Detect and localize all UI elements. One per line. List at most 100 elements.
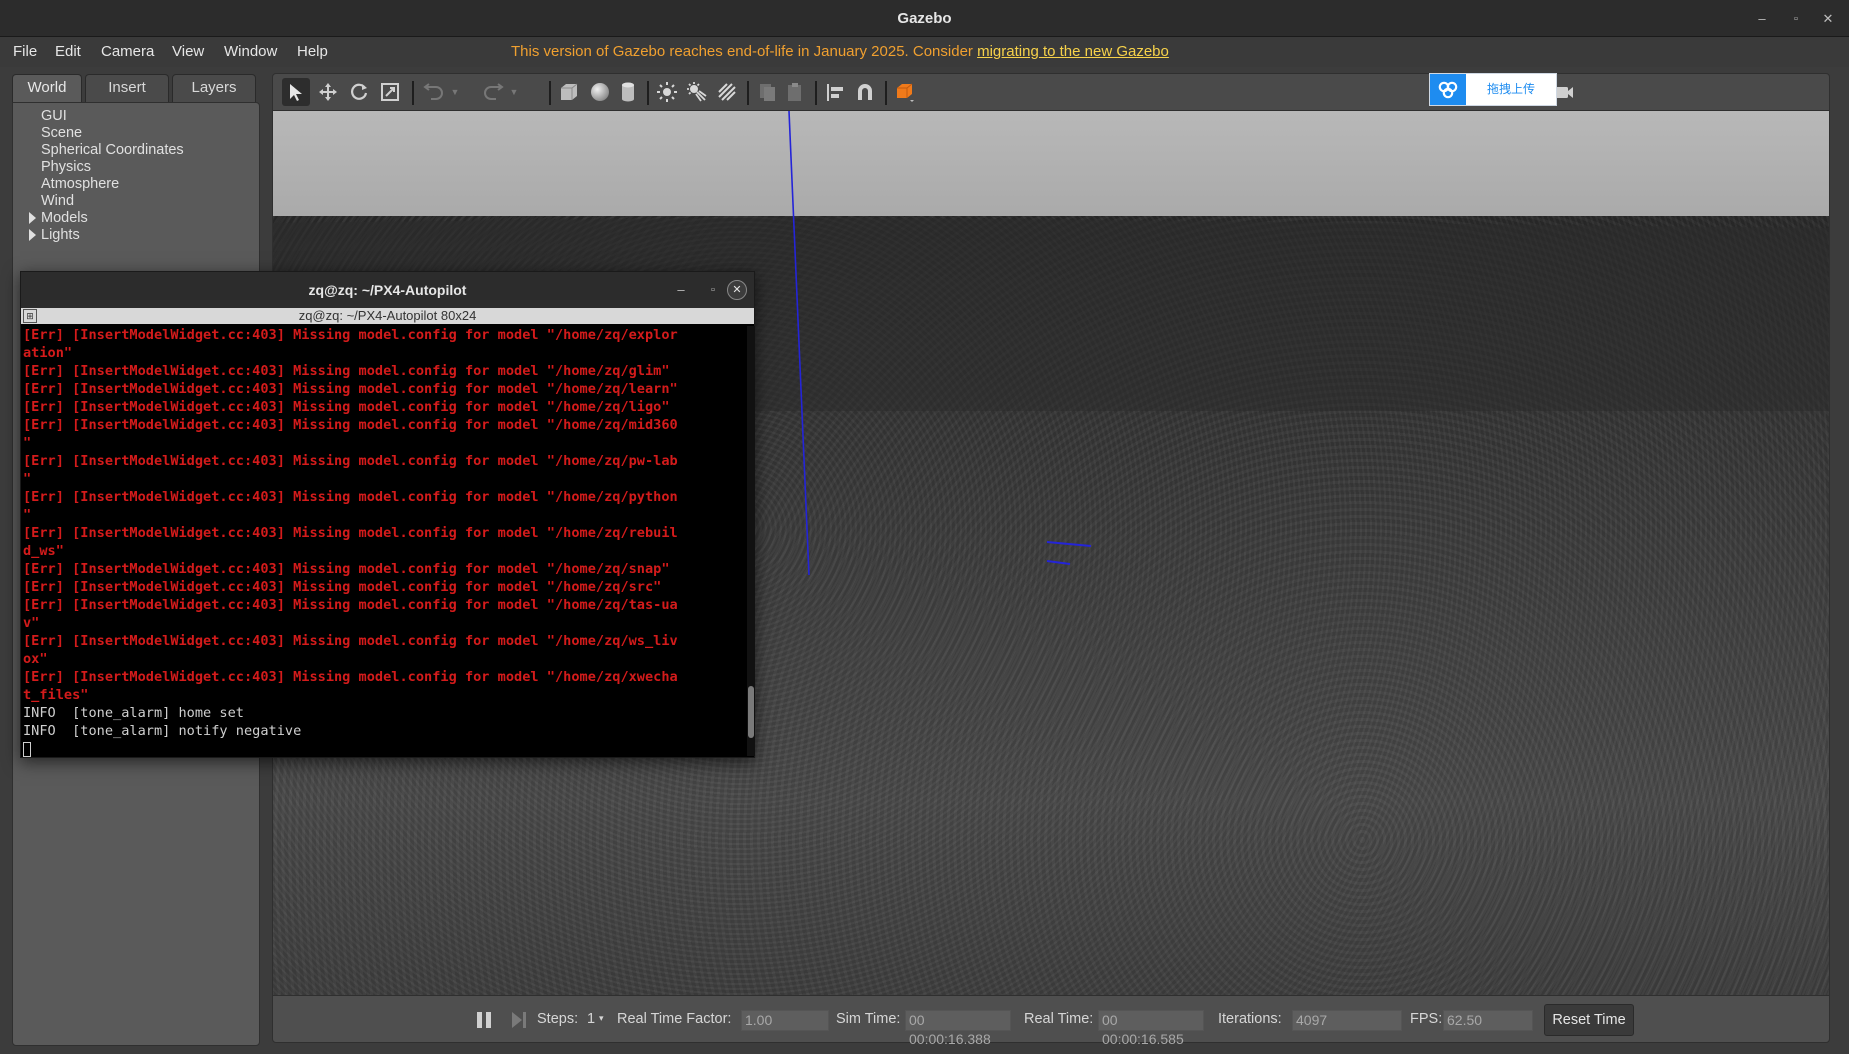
terminal-line: [Err] [InsertModelWidget.cc:403] Missing…	[23, 327, 678, 343]
terminal-subtitle: zq@zq: ~/PX4-Autopilot 80x24	[298, 308, 477, 323]
view-angle-icon[interactable]	[891, 78, 919, 106]
redo-icon[interactable]	[479, 78, 507, 106]
rtf-value: 1.00	[741, 1010, 829, 1031]
tab-world[interactable]: World	[12, 74, 82, 102]
minimize-icon[interactable]: –	[1752, 9, 1772, 29]
terminal-line: INFO [tone_alarm] home set	[23, 705, 244, 721]
point-light-icon[interactable]	[653, 78, 681, 106]
tree-item-spherical-coordinates[interactable]: Spherical Coordinates	[41, 142, 184, 158]
tree-item-atmosphere[interactable]: Atmosphere	[41, 176, 119, 192]
maximize-icon[interactable]: ▫	[1786, 9, 1806, 29]
paste-icon[interactable]	[781, 78, 809, 106]
steps-value[interactable]: 1	[587, 1011, 595, 1027]
expand-arrow-icon[interactable]	[29, 212, 36, 224]
terminal-line: INFO [tone_alarm] notify negative	[23, 723, 302, 739]
terminal-scrollbar[interactable]	[747, 326, 755, 756]
reset-time-button[interactable]: Reset Time	[1544, 1004, 1634, 1036]
terminal-maximize-icon[interactable]: ▫	[703, 280, 723, 300]
redo-history-icon[interactable]: ▼	[507, 78, 521, 106]
cylinder-icon[interactable]	[614, 78, 642, 106]
toolbar-separator	[412, 81, 414, 105]
model-axis-line-2	[1046, 560, 1071, 565]
terminal-line: [Err] [InsertModelWidget.cc:403] Missing…	[23, 399, 670, 415]
real-time-value: 00 00:00:16.585	[1098, 1010, 1204, 1047]
eol-notice: This version of Gazebo reaches end-of-li…	[511, 43, 1169, 60]
real-time-label: Real Time:	[1024, 1011, 1094, 1027]
menu-help[interactable]: Help	[297, 43, 328, 60]
menubar: File Edit Camera View Window Help This v…	[0, 37, 1849, 67]
steps-dropdown-icon[interactable]: ▾	[599, 1013, 604, 1024]
undo-icon[interactable]	[420, 78, 448, 106]
tab-insert[interactable]: Insert	[85, 74, 169, 102]
directional-light-icon[interactable]	[713, 78, 741, 106]
toolbar-separator	[885, 81, 887, 105]
steps-label: Steps:	[537, 1011, 579, 1027]
terminal-line: ation"	[23, 345, 73, 361]
terminal-title: zq@zq: ~/PX4-Autopilot	[308, 282, 467, 298]
tree-item-gui[interactable]: GUI	[41, 108, 67, 124]
terminal-line: t_files"	[23, 687, 89, 703]
terminal-minimize-icon[interactable]: –	[671, 280, 691, 300]
rtf-label: Real Time Factor:	[617, 1011, 732, 1027]
menu-camera[interactable]: Camera	[101, 43, 154, 60]
align-icon[interactable]	[821, 78, 849, 106]
eol-notice-text: This version of Gazebo reaches end-of-li…	[511, 43, 978, 60]
terminal-line: [Err] [InsertModelWidget.cc:403] Missing…	[23, 597, 678, 613]
menu-edit[interactable]: Edit	[55, 43, 81, 60]
magnet-icon[interactable]	[851, 78, 879, 106]
menu-view[interactable]: View	[172, 43, 204, 60]
fps-value: 62.50	[1443, 1010, 1533, 1031]
iterations-value: 4097	[1292, 1010, 1402, 1031]
toolbar-separator	[549, 81, 551, 105]
fps-label: FPS:	[1410, 1011, 1443, 1027]
window-title: Gazebo	[897, 10, 952, 27]
terminal-tabbar: ⊞ zq@zq: ~/PX4-Autopilot 80x24	[21, 308, 754, 324]
sim-time-label: Sim Time:	[836, 1011, 901, 1027]
upload-label: 拖拽上传	[1486, 82, 1535, 96]
tree-item-lights[interactable]: Lights	[29, 227, 80, 243]
copy-icon[interactable]	[753, 78, 781, 106]
pause-icon[interactable]	[475, 1010, 493, 1030]
menu-window[interactable]: Window	[224, 43, 277, 60]
simulation-statusbar: Steps: 1 ▾ Real Time Factor: 1.00 Sim Ti…	[272, 995, 1830, 1047]
terminal-titlebar[interactable]: zq@zq: ~/PX4-Autopilot – ▫ ✕	[21, 272, 754, 308]
menu-file[interactable]: File	[13, 43, 37, 60]
migrate-link[interactable]: migrating to the new Gazebo	[977, 43, 1169, 60]
terminal-line: [Err] [InsertModelWidget.cc:403] Missing…	[23, 489, 678, 505]
select-arrow-icon[interactable]	[282, 78, 310, 106]
sphere-icon[interactable]	[586, 78, 614, 106]
terminal-line: [Err] [InsertModelWidget.cc:403] Missing…	[23, 417, 678, 433]
terminal-line: [Err] [InsertModelWidget.cc:403] Missing…	[23, 579, 662, 595]
scale-icon[interactable]	[376, 78, 404, 106]
terminal-line: d_ws"	[23, 543, 64, 559]
terminal-line: [Err] [InsertModelWidget.cc:403] Missing…	[23, 633, 678, 649]
terminal-line: [Err] [InsertModelWidget.cc:403] Missing…	[23, 453, 678, 469]
undo-history-icon[interactable]: ▼	[448, 78, 462, 106]
tree-item-lights-label: Lights	[41, 227, 80, 243]
terminal-line: "	[23, 507, 32, 523]
rotate-icon[interactable]	[345, 78, 373, 106]
tree-item-scene[interactable]: Scene	[41, 125, 82, 141]
tree-item-wind[interactable]: Wind	[41, 193, 74, 209]
close-icon[interactable]: ✕	[1818, 9, 1838, 29]
terminal-window[interactable]: zq@zq: ~/PX4-Autopilot – ▫ ✕ ⊞ zq@zq: ~/…	[20, 271, 755, 758]
tree-item-models[interactable]: Models	[29, 210, 88, 226]
terminal-close-icon[interactable]: ✕	[727, 280, 747, 300]
tab-layers[interactable]: Layers	[172, 74, 256, 102]
iterations-label: Iterations:	[1218, 1011, 1282, 1027]
window-titlebar: Gazebo – ▫ ✕	[0, 0, 1849, 37]
terminal-line: [Err] [InsertModelWidget.cc:403] Missing…	[23, 561, 670, 577]
expand-arrow-icon[interactable]	[29, 229, 36, 241]
terminal-prompt-line[interactable]	[23, 740, 745, 758]
box-icon[interactable]	[555, 78, 583, 106]
terminal-line: [Err] [InsertModelWidget.cc:403] Missing…	[23, 381, 678, 397]
step-forward-icon[interactable]	[510, 1010, 528, 1030]
terminal-output[interactable]: [Err] [InsertModelWidget.cc:403] Missing…	[23, 326, 745, 758]
spot-light-icon[interactable]	[683, 78, 711, 106]
upload-widget[interactable]: 拖拽上传	[1429, 73, 1557, 106]
translate-icon[interactable]	[314, 78, 342, 106]
tree-item-physics[interactable]: Physics	[41, 159, 91, 175]
terminal-line: [Err] [InsertModelWidget.cc:403] Missing…	[23, 525, 678, 541]
terminal-line: "	[23, 435, 32, 451]
terminal-scroll-thumb[interactable]	[748, 686, 754, 738]
